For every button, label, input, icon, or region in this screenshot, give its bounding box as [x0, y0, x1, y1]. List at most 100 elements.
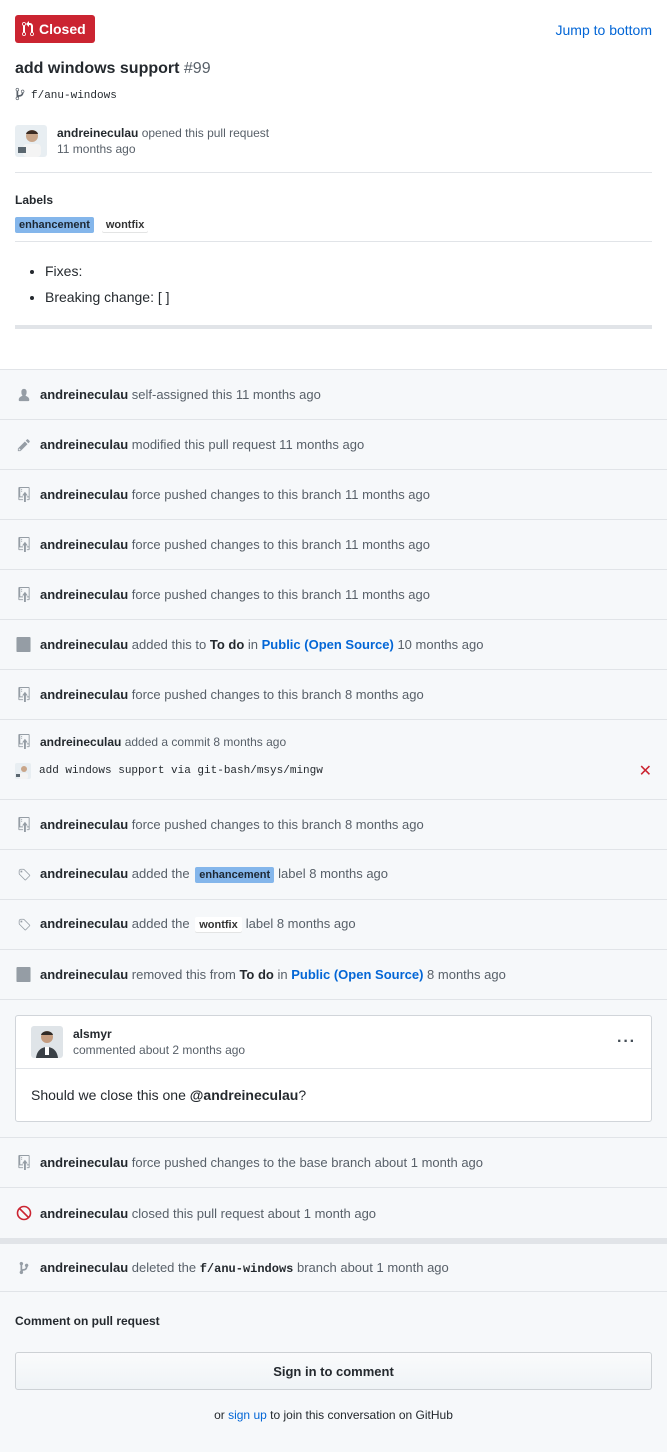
pr-title: add windows support	[15, 60, 180, 77]
event-time: 8 months ago	[427, 967, 506, 982]
comment-footer: Comment on pull request Sign in to comme…	[0, 1292, 667, 1452]
avatar[interactable]	[15, 762, 31, 779]
page-title: add windows support #99	[15, 57, 652, 81]
git-branch-icon	[15, 1261, 32, 1275]
comment-time[interactable]: commented about 2 months ago	[73, 1042, 245, 1058]
list-item: Breaking change: [ ]	[45, 284, 652, 310]
commit-message[interactable]: add windows support via git-bash/msys/mi…	[39, 765, 323, 777]
avatar[interactable]	[31, 1026, 63, 1058]
event-actor[interactable]: andreineculau	[40, 1206, 128, 1221]
list-item: Fixes:	[45, 258, 652, 284]
repo-push-icon	[15, 587, 32, 602]
user-mention[interactable]: @andreineculau	[190, 1087, 299, 1103]
event-text: force pushed changes to this branch 11 m…	[131, 487, 430, 502]
event-text: self-assigned this 11 months ago	[131, 387, 321, 402]
repo-push-icon	[15, 537, 32, 552]
timeline-event: andreineculau self-assigned this 11 mont…	[0, 370, 667, 420]
event-actor[interactable]: andreineculau	[40, 735, 121, 749]
project-column: To do	[239, 967, 274, 982]
timeline-event: andreineculau deleted the f/anu-windows …	[0, 1244, 667, 1292]
timeline: andreineculau self-assigned this 11 mont…	[0, 369, 667, 1292]
status-failure-icon[interactable]: ✕	[639, 761, 652, 780]
project-column: To do	[209, 637, 245, 652]
event-actor[interactable]: andreineculau	[40, 537, 128, 552]
project-link[interactable]: Public (Open Source)	[262, 637, 394, 652]
repo-push-icon	[15, 687, 32, 702]
comment-text: Should we close this one	[31, 1087, 186, 1103]
opener-action: opened this pull request	[141, 126, 270, 140]
event-actor[interactable]: andreineculau	[40, 687, 128, 702]
pull-request-icon	[22, 21, 34, 37]
event-text: deleted the	[131, 1259, 197, 1275]
tag-icon	[15, 868, 32, 882]
git-branch-icon	[15, 87, 25, 105]
opener-meta: andreineculau opened this pull request 1…	[57, 125, 269, 157]
pr-header: Closed Jump to bottom add windows suppor…	[0, 0, 667, 329]
event-text: force pushed changes to this branch 11 m…	[131, 587, 430, 602]
label-enhancement[interactable]: enhancement	[15, 217, 94, 233]
event-actor[interactable]: andreineculau	[40, 817, 128, 832]
label-wontfix[interactable]: wontfix	[195, 917, 242, 933]
event-text: added a commit 8 months ago	[124, 734, 287, 749]
event-text: force pushed changes to this branch 8 mo…	[131, 817, 424, 832]
label-wontfix[interactable]: wontfix	[101, 217, 149, 233]
pr-body: Fixes: Breaking change: [ ]	[15, 242, 652, 310]
opener-author[interactable]: andreineculau	[57, 126, 138, 140]
state-label: Closed	[39, 21, 86, 37]
branch-name[interactable]: f/anu-windows	[31, 90, 117, 102]
event-text: added the	[131, 916, 190, 931]
avatar[interactable]	[15, 125, 47, 157]
event-actor[interactable]: andreineculau	[40, 967, 128, 982]
project-link[interactable]: Public (Open Source)	[291, 967, 423, 982]
event-time: label 8 months ago	[278, 866, 389, 881]
branch-ref: f/anu-windows	[15, 87, 652, 105]
event-text: in	[247, 637, 259, 652]
repo-push-icon	[15, 817, 32, 832]
event-text: in	[277, 967, 288, 982]
comment-header: alsmyr commented about 2 months ago ···	[16, 1016, 651, 1069]
timeline-event: andreineculau removed this from To do in…	[0, 950, 667, 1000]
label-enhancement[interactable]: enhancement	[195, 867, 275, 883]
event-text: added the	[131, 866, 190, 881]
event-text: modified this pull request 11 months ago	[131, 437, 365, 452]
event-actor[interactable]: andreineculau	[40, 916, 128, 931]
pr-number: #99	[183, 60, 211, 77]
timeline-event: andreineculau force pushed changes to th…	[0, 1138, 667, 1188]
comment: alsmyr commented about 2 months ago ··· …	[15, 1015, 652, 1122]
event-actor[interactable]: andreineculau	[40, 437, 128, 452]
project-icon	[15, 967, 32, 982]
timeline-event: andreineculau force pushed changes to th…	[0, 470, 667, 520]
signup-prompt: or sign up to join this conversation on …	[15, 1408, 652, 1422]
pr-opener: andreineculau opened this pull request 1…	[15, 125, 652, 173]
kebab-menu-icon[interactable]: ···	[617, 1033, 636, 1051]
timeline-event: andreineculau force pushed changes to th…	[0, 670, 667, 720]
tag-icon	[15, 918, 32, 932]
event-text: closed this pull request about 1 month a…	[131, 1205, 377, 1221]
branch-name: f/anu-windows	[199, 1261, 294, 1276]
event-actor[interactable]: andreineculau	[40, 387, 128, 402]
event-actor[interactable]: andreineculau	[40, 587, 128, 602]
timeline-event: andreineculau force pushed changes to th…	[0, 520, 667, 570]
event-actor[interactable]: andreineculau	[40, 1155, 128, 1170]
jump-to-bottom-link[interactable]: Jump to bottom	[556, 22, 653, 38]
project-icon	[15, 637, 32, 652]
timeline-event: andreineculau force pushed changes to th…	[0, 570, 667, 620]
event-text: added this to	[131, 637, 207, 652]
sign-in-button[interactable]: Sign in to comment	[15, 1352, 652, 1390]
event-text: force pushed changes to this branch 11 m…	[131, 537, 430, 552]
event-actor[interactable]: andreineculau	[40, 1260, 128, 1275]
event-text: removed this from	[131, 967, 236, 982]
signup-or: or	[214, 1408, 225, 1422]
repo-push-icon	[15, 487, 32, 502]
event-actor[interactable]: andreineculau	[40, 866, 128, 881]
pencil-icon	[15, 438, 32, 452]
comment-heading: Comment on pull request	[15, 1314, 160, 1328]
divider	[15, 325, 652, 329]
comment-author[interactable]: alsmyr	[73, 1027, 112, 1041]
timeline-event: andreineculau modified this pull request…	[0, 420, 667, 470]
sign-up-link[interactable]: sign up	[228, 1408, 267, 1422]
event-actor[interactable]: andreineculau	[40, 487, 128, 502]
signup-tail: to join this conversation on GitHub	[270, 1408, 453, 1422]
person-icon	[15, 388, 32, 402]
event-actor[interactable]: andreineculau	[40, 637, 128, 652]
